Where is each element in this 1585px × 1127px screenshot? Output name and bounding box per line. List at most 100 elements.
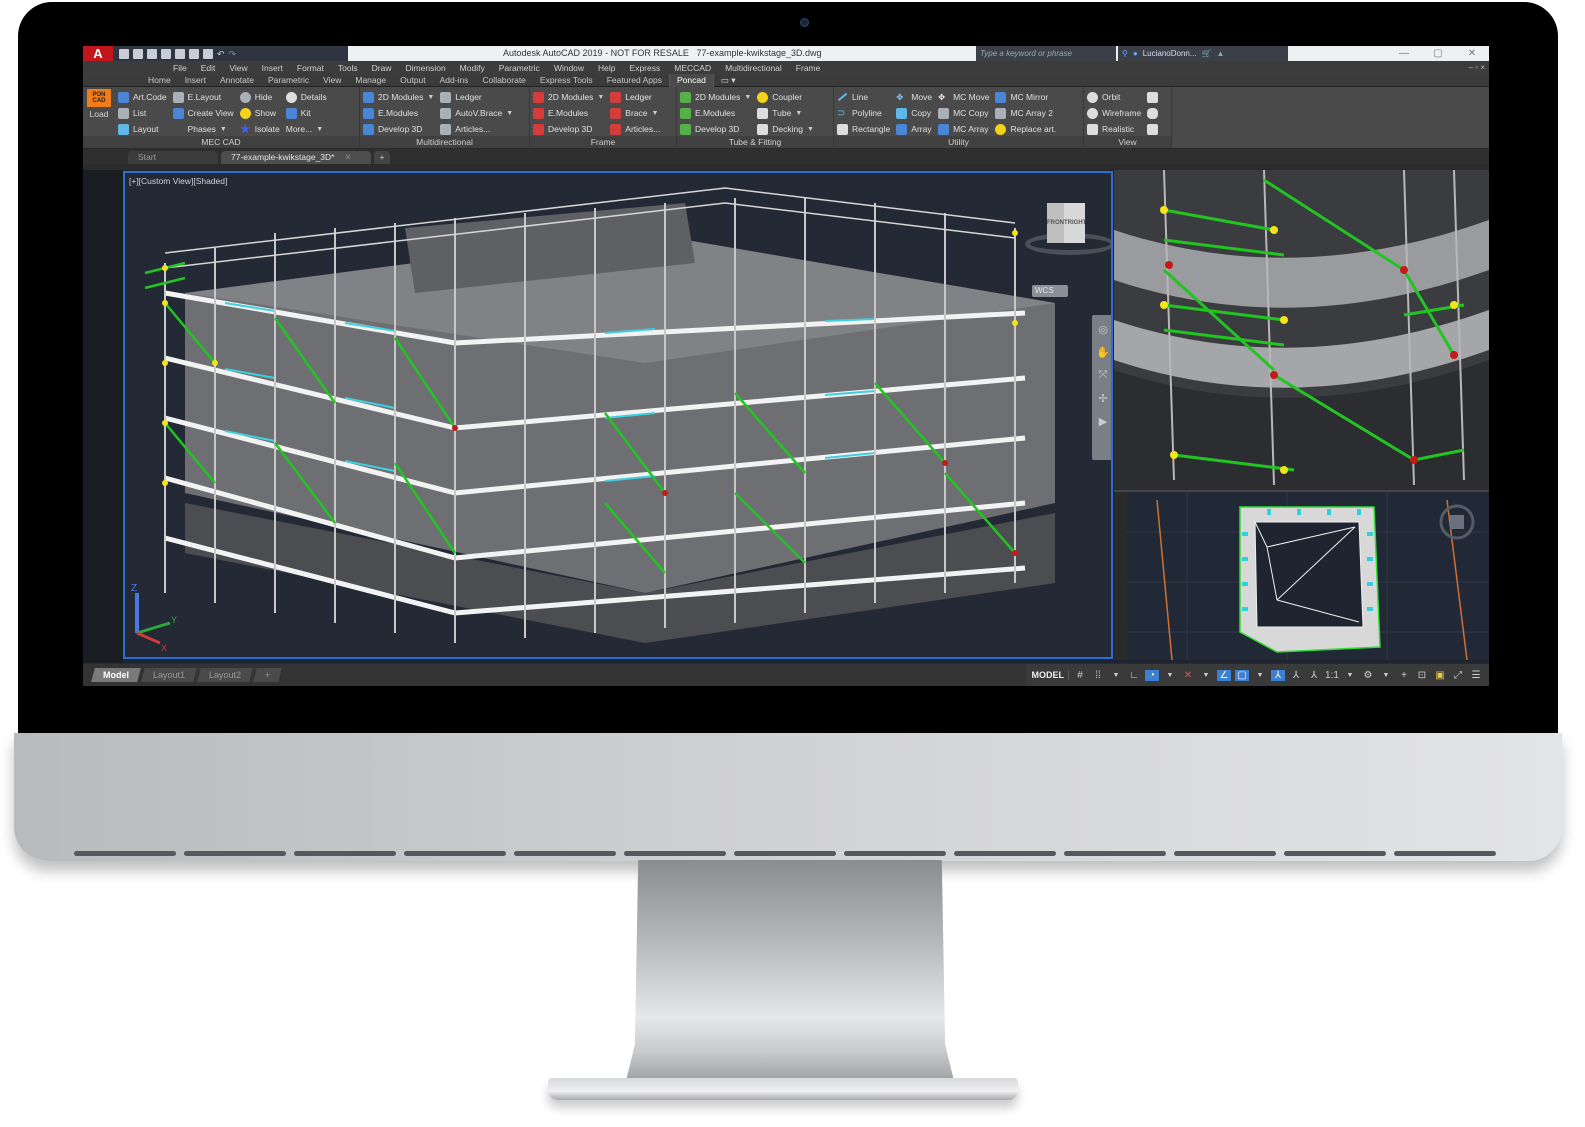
tf-e-modules-button[interactable]: E.Modules xyxy=(680,105,751,121)
menu-insert[interactable]: Insert xyxy=(262,63,283,73)
tab-featured-apps[interactable]: Featured Apps xyxy=(600,74,669,87)
add-layout-button[interactable]: + xyxy=(253,668,283,682)
annotation-scale-icon[interactable]: ⅄ xyxy=(1307,670,1321,681)
tf-decking-button[interactable]: Decking ▼ xyxy=(757,121,814,137)
fr-develop-3d-button[interactable]: Develop 3D xyxy=(533,121,604,137)
user-name[interactable]: LucianoDonn... xyxy=(1143,49,1197,58)
close-button[interactable]: ✕ xyxy=(1455,46,1489,61)
tf-2d-modules-button[interactable]: 2D Modules ▼ xyxy=(680,89,751,105)
snap-dropdown-icon[interactable]: ▼ xyxy=(1109,672,1123,679)
menu-meccad[interactable]: MECCAD xyxy=(674,63,711,73)
open-icon[interactable] xyxy=(133,48,143,59)
layout-tab-layout1[interactable]: Layout1 xyxy=(141,668,197,682)
auto-scale-icon[interactable]: ⅄ xyxy=(1289,670,1303,681)
layout-tab-model[interactable]: Model xyxy=(91,668,141,682)
menu-draw[interactable]: Draw xyxy=(372,63,392,73)
ribbon-display-toggle[interactable]: ▭ ▾ xyxy=(714,74,743,87)
md-develop-3d-button[interactable]: Develop 3D xyxy=(363,121,434,137)
view-shade-button[interactable] xyxy=(1147,105,1159,121)
customization-menu-icon[interactable]: ☰ xyxy=(1469,670,1483,681)
kit-button[interactable]: Kit xyxy=(285,105,327,121)
mc-move-button[interactable]: ✥ MC Move xyxy=(938,89,989,105)
document-window-controls[interactable]: – ▫ × xyxy=(1469,63,1485,72)
annotation-scale-value[interactable]: 1:1 xyxy=(1325,670,1339,681)
tab-parametric[interactable]: Parametric xyxy=(261,74,316,87)
model-space-toggle[interactable]: MODEL xyxy=(1032,670,1069,680)
new-tab-button[interactable]: + xyxy=(374,151,390,164)
move-button[interactable]: ✥ Move xyxy=(896,89,932,105)
steering-wheel-icon[interactable]: ◎ xyxy=(1098,323,1108,336)
menu-tools[interactable]: Tools xyxy=(338,63,358,73)
doc-tab-start[interactable]: Start xyxy=(128,151,218,164)
menu-file[interactable]: File xyxy=(173,63,187,73)
clean-screen-icon[interactable]: ⤢ xyxy=(1451,670,1465,681)
grid-icon[interactable]: # xyxy=(1073,670,1087,681)
annotation-monitor-icon[interactable]: + xyxy=(1397,670,1411,681)
tab-collaborate[interactable]: Collaborate xyxy=(475,74,532,87)
fr-e-modules-button[interactable]: E.Modules xyxy=(533,105,604,121)
viewport-detail-3d[interactable] xyxy=(1114,170,1489,490)
new-icon[interactable] xyxy=(119,48,129,59)
list-button[interactable]: List xyxy=(118,105,167,121)
object-snap-tracking-icon[interactable]: ∠ xyxy=(1217,669,1231,681)
autodesk-icon[interactable]: ▲ xyxy=(1217,49,1225,58)
viewport-divider-vertical[interactable] xyxy=(1114,492,1127,660)
art-code-button[interactable]: Art.Code xyxy=(118,89,167,105)
show-button[interactable]: Show xyxy=(239,105,280,121)
isodraft-dropdown-icon[interactable]: ▼ xyxy=(1199,672,1213,679)
view-cube-button[interactable] xyxy=(1147,89,1159,105)
line-button[interactable]: Line xyxy=(837,89,890,105)
binoculars-icon[interactable]: ⚲ xyxy=(1122,49,1128,58)
menu-frame[interactable]: Frame xyxy=(796,63,821,73)
workspace-dropdown-icon[interactable]: ▼ xyxy=(1379,672,1393,679)
view-box-button[interactable] xyxy=(1147,121,1159,137)
menu-modify[interactable]: Modify xyxy=(460,63,485,73)
more-dropdown[interactable]: More... ▼ xyxy=(286,121,327,137)
cart-icon[interactable]: 🛒 xyxy=(1202,49,1212,58)
md-2d-modules-button[interactable]: 2D Modules ▼ xyxy=(363,89,434,105)
isolate-button[interactable]: Isolate xyxy=(239,121,280,137)
tab-add-ins[interactable]: Add-ins xyxy=(433,74,476,87)
close-tab-icon[interactable]: ✕ xyxy=(344,152,351,162)
share-icon[interactable] xyxy=(189,48,199,59)
replace-art-button[interactable]: Replace art. xyxy=(995,121,1056,137)
menu-format[interactable]: Format xyxy=(297,63,324,73)
snap-icon[interactable]: ⁞⁞ xyxy=(1091,670,1105,681)
tab-home[interactable]: Home xyxy=(141,74,178,87)
copy-button[interactable]: Copy xyxy=(896,105,932,121)
menu-express[interactable]: Express xyxy=(630,63,661,73)
mc-copy-button[interactable]: MC Copy xyxy=(938,105,989,121)
ortho-icon[interactable]: ∟ xyxy=(1127,670,1141,681)
save-as-icon[interactable] xyxy=(161,48,171,59)
menu-parametric[interactable]: Parametric xyxy=(499,63,540,73)
md-e-modules-button[interactable]: E.Modules xyxy=(363,105,434,121)
save-icon[interactable] xyxy=(147,48,157,59)
zoom-extents-icon[interactable]: ⤧ xyxy=(1099,369,1108,382)
md-autov-brace-button[interactable]: AutoV.Brace ▼ xyxy=(440,105,513,121)
print-icon[interactable] xyxy=(203,48,213,59)
mc-array-button[interactable]: MC Array xyxy=(938,121,989,137)
tf-develop-3d-button[interactable]: Develop 3D xyxy=(680,121,751,137)
units-icon[interactable]: ⊡ xyxy=(1415,670,1429,681)
details-button[interactable]: Details xyxy=(285,89,327,105)
polar-dropdown-icon[interactable]: ▼ xyxy=(1163,672,1177,679)
undo-icon[interactable]: ↶ xyxy=(217,49,225,59)
orbit-icon[interactable]: ✢ xyxy=(1098,392,1107,405)
array-button[interactable]: Array xyxy=(896,121,932,137)
e-layout-button[interactable]: E.Layout xyxy=(172,89,234,105)
doc-tab-drawing[interactable]: 77-example-kwikstage_3D* ✕ xyxy=(221,151,371,164)
menu-dimension[interactable]: Dimension xyxy=(406,63,446,73)
md-articles-button[interactable]: Articles... xyxy=(440,121,513,137)
tab-insert[interactable]: Insert xyxy=(178,74,213,87)
mc-mirror-button[interactable]: MC Mirror xyxy=(995,89,1056,105)
tab-view[interactable]: View xyxy=(316,74,348,87)
wcs-dropdown[interactable]: WCS xyxy=(1032,285,1068,297)
polar-tracking-icon[interactable]: ◔ xyxy=(1145,669,1159,681)
application-menu-button[interactable]: A xyxy=(83,46,113,61)
create-view-button[interactable]: Create View xyxy=(172,105,234,121)
tf-tube-button[interactable]: Tube ▼ xyxy=(757,105,814,121)
showmotion-icon[interactable]: ▶ xyxy=(1099,415,1107,428)
quick-properties-icon[interactable]: ▣ xyxy=(1433,670,1447,681)
fr-ledger-button[interactable]: Ledger xyxy=(610,89,660,105)
orbit-button[interactable]: Orbit xyxy=(1087,89,1141,105)
